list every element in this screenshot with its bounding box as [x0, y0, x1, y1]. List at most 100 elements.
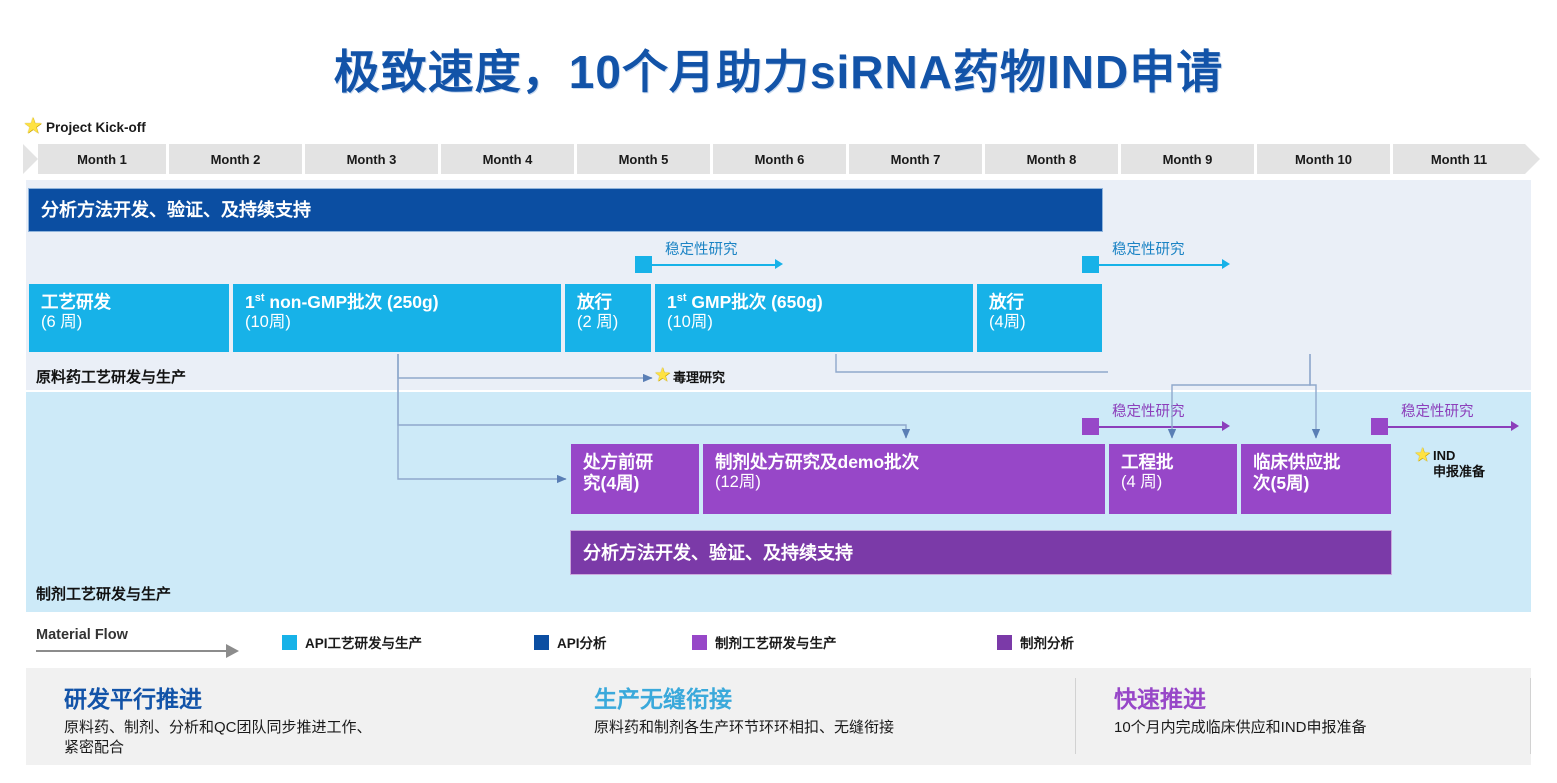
- dp-task-0-name-line2: 究(4周): [583, 473, 689, 494]
- dp-analytics-bar-label: 分析方法开发、验证、及持续支持: [583, 543, 853, 564]
- timeline-month-6[interactable]: Month 6: [713, 144, 846, 174]
- material-flow-legend: Material Flow: [36, 626, 251, 656]
- highlight-card-0: 研发平行推进 原料药、制剂、分析和QC团队同步推进工作、 紧密配合: [26, 668, 556, 765]
- dp-task-engineering-batch[interactable]: 工程批 (4 周): [1108, 443, 1238, 515]
- star-icon: ★: [653, 367, 672, 386]
- dp-task-2-duration: (4 周): [1121, 473, 1227, 492]
- api-task-4-name: 放行: [989, 292, 1092, 313]
- dp-task-1-name: 制剂处方研究及demo批次: [715, 452, 1095, 473]
- dp-task-2-name: 工程批: [1121, 452, 1227, 473]
- api-stability-2-label: 稳定性研究: [1112, 238, 1185, 259]
- milestone-ind-label-2: 申报准备: [1433, 464, 1485, 480]
- legend-item-dp-process: 制剂工艺研发与生产: [692, 632, 837, 652]
- legend-label-2: 制剂工艺研发与生产: [715, 632, 837, 652]
- timeline-month-8[interactable]: Month 8: [985, 144, 1118, 174]
- dp-task-3-name-line2: 次(5周): [1253, 473, 1381, 494]
- milestone-ind-label-1: IND: [1433, 448, 1485, 464]
- star-icon: ★: [22, 116, 44, 138]
- dp-stability-2-label: 稳定性研究: [1401, 400, 1474, 421]
- color-legend: API工艺研发与生产 API分析 制剂工艺研发与生产 制剂分析: [282, 632, 1382, 656]
- dp-task-0-name: 处方前研: [583, 452, 689, 473]
- dp-stability-study-1: 稳定性研究: [1082, 402, 1242, 436]
- highlight-1-title: 生产无缝衔接: [594, 680, 1076, 714]
- api-task-0-name: 工艺研发: [41, 292, 219, 313]
- stability-arrow-line: [652, 264, 777, 266]
- api-stability-1-label: 稳定性研究: [665, 238, 738, 259]
- api-task-process-development[interactable]: 工艺研发 (6 周): [28, 283, 230, 353]
- material-flow-arrow-icon: [226, 644, 239, 658]
- dp-stability-1-label: 稳定性研究: [1112, 400, 1185, 421]
- legend-swatch-icon: [282, 635, 297, 650]
- api-analytics-bar[interactable]: 分析方法开发、验证、及持续支持: [28, 188, 1103, 232]
- legend-swatch-icon: [997, 635, 1012, 650]
- api-stability-study-2: 稳定性研究: [1082, 240, 1242, 274]
- api-task-2-name: 放行: [577, 292, 641, 313]
- dp-task-formulation-demo-batch[interactable]: 制剂处方研究及demo批次 (12周): [702, 443, 1106, 515]
- highlight-2-title: 快速推进: [1114, 680, 1531, 714]
- timeline-month-4[interactable]: Month 4: [441, 144, 574, 174]
- stability-chip-icon: [635, 256, 652, 273]
- star-icon: ★: [1413, 447, 1432, 466]
- highlights-panel: 研发平行推进 原料药、制剂、分析和QC团队同步推进工作、 紧密配合 生产无缝衔接…: [26, 668, 1531, 765]
- stability-chip-icon: [1082, 256, 1099, 273]
- stability-arrow-line: [1099, 426, 1224, 428]
- api-task-gmp-batch[interactable]: 1st GMP批次 (650g) (10周): [654, 283, 974, 353]
- milestone-toxicology-label: 毒理研究: [673, 367, 725, 386]
- page-title: 极致速度，10个月助力siRNA药物IND申请: [0, 36, 1557, 102]
- highlight-2-body-line1: 10个月内完成临床供应和IND申报准备: [1114, 718, 1531, 738]
- stability-chip-icon: [1082, 418, 1099, 435]
- timeline-months: Month 1 Month 2 Month 3 Month 4 Month 5 …: [26, 144, 1531, 174]
- api-task-1-duration: (10周): [245, 313, 551, 332]
- stability-arrow-head-icon: [1511, 421, 1519, 431]
- stability-arrow-head-icon: [1222, 259, 1230, 269]
- highlight-0-body-line1: 原料药、制剂、分析和QC团队同步推进工作、: [64, 718, 556, 738]
- milestone-project-kickoff: ★ Project Kick-off: [22, 116, 146, 138]
- timeline-month-1[interactable]: Month 1: [38, 144, 166, 174]
- legend-item-api-analytics: API分析: [534, 632, 607, 652]
- dp-task-preformulation[interactable]: 处方前研 究(4周): [570, 443, 700, 515]
- swimlane-api-label: 原料药工艺研发与生产: [36, 366, 186, 387]
- material-flow-line: [36, 650, 228, 652]
- api-task-1-name: 1st non-GMP批次 (250g): [245, 292, 551, 313]
- stability-arrow-line: [1099, 264, 1224, 266]
- legend-label-3: 制剂分析: [1020, 632, 1074, 652]
- highlight-0-body-line2: 紧密配合: [64, 738, 556, 758]
- api-task-3-name: 1st GMP批次 (650g): [667, 292, 963, 313]
- highlight-1-body-line1: 原料药和制剂各生产环节环环相扣、无缝衔接: [594, 718, 1076, 738]
- dp-task-3-name: 临床供应批: [1253, 452, 1381, 473]
- api-task-non-gmp-batch[interactable]: 1st non-GMP批次 (250g) (10周): [232, 283, 562, 353]
- legend-swatch-icon: [534, 635, 549, 650]
- api-task-0-duration: (6 周): [41, 313, 219, 332]
- dp-stability-study-2: 稳定性研究: [1371, 402, 1531, 436]
- timeline-month-11[interactable]: Month 11: [1393, 144, 1525, 174]
- kickoff-label: Project Kick-off: [46, 120, 146, 135]
- timeline-month-10[interactable]: Month 10: [1257, 144, 1390, 174]
- highlight-divider: [1530, 678, 1531, 754]
- legend-label-0: API工艺研发与生产: [305, 632, 422, 652]
- dp-analytics-bar[interactable]: 分析方法开发、验证、及持续支持: [570, 530, 1392, 575]
- swimlane-dp-label: 制剂工艺研发与生产: [36, 583, 171, 604]
- timeline-month-3[interactable]: Month 3: [305, 144, 438, 174]
- api-task-4-duration: (4周): [989, 313, 1092, 332]
- api-task-3-duration: (10周): [667, 313, 963, 332]
- legend-label-1: API分析: [557, 632, 607, 652]
- api-task-release-1[interactable]: 放行 (2 周): [564, 283, 652, 353]
- highlight-card-1: 生产无缝衔接 原料药和制剂各生产环节环环相扣、无缝衔接: [556, 668, 1076, 765]
- stability-arrow-head-icon: [1222, 421, 1230, 431]
- milestone-toxicology-study: ★ 毒理研究: [653, 367, 725, 386]
- milestone-ind-filing: ★ IND 申报准备: [1413, 447, 1485, 479]
- timeline-month-2[interactable]: Month 2: [169, 144, 302, 174]
- api-analytics-bar-label: 分析方法开发、验证、及持续支持: [41, 200, 311, 221]
- timeline-month-5[interactable]: Month 5: [577, 144, 710, 174]
- highlight-0-title: 研发平行推进: [64, 680, 556, 714]
- api-task-2-duration: (2 周): [577, 313, 641, 332]
- stability-arrow-line: [1388, 426, 1513, 428]
- highlight-card-2: 快速推进 10个月内完成临床供应和IND申报准备: [1076, 668, 1531, 765]
- timeline-month-7[interactable]: Month 7: [849, 144, 982, 174]
- timeline-month-9[interactable]: Month 9: [1121, 144, 1254, 174]
- dp-task-1-duration: (12周): [715, 473, 1095, 492]
- legend-item-dp-analytics: 制剂分析: [997, 632, 1074, 652]
- material-flow-label: Material Flow: [36, 627, 128, 643]
- dp-task-clinical-supply-batch[interactable]: 临床供应批 次(5周): [1240, 443, 1392, 515]
- api-task-release-2[interactable]: 放行 (4周): [976, 283, 1103, 353]
